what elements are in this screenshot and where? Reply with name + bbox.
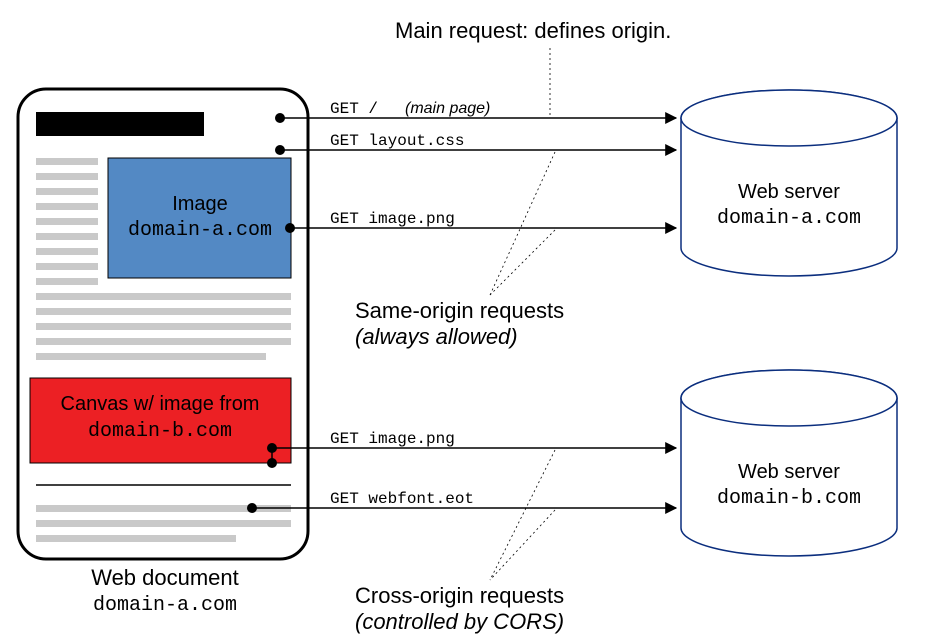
server-b: Web server domain-b.com bbox=[681, 370, 897, 556]
server-b-label: Web server bbox=[738, 461, 840, 483]
server-a-domain: domain-a.com bbox=[717, 207, 861, 230]
cross-origin-sub: (controlled by CORS) bbox=[355, 609, 564, 634]
doc-image-box bbox=[108, 158, 291, 278]
req-r4: GET image.png bbox=[330, 430, 455, 448]
req-r5: GET webfont.eot bbox=[330, 490, 474, 508]
doc-caption-title: Web document bbox=[91, 565, 239, 590]
leader-cross-origin-a bbox=[490, 450, 555, 580]
req-r3: GET image.png bbox=[330, 210, 455, 228]
server-a-label: Web server bbox=[738, 181, 840, 203]
req-r1-method: GET / bbox=[330, 100, 378, 118]
doc-image-label: Image bbox=[172, 193, 228, 215]
doc-canvas-domain: domain-b.com bbox=[88, 420, 232, 443]
server-b-domain: domain-b.com bbox=[717, 487, 861, 510]
req-r2: GET layout.css bbox=[330, 132, 464, 150]
req-r1-note: (main page) bbox=[405, 100, 490, 117]
doc-caption-domain: domain-a.com bbox=[93, 594, 237, 617]
server-a: Web server domain-a.com bbox=[681, 90, 897, 276]
leader-same-origin-a bbox=[490, 152, 555, 295]
doc-canvas-label: Canvas w/ image from bbox=[61, 393, 260, 415]
same-origin-sub: (always allowed) bbox=[355, 324, 518, 349]
same-origin-title: Same-origin requests bbox=[355, 298, 564, 323]
leader-same-origin-b bbox=[490, 230, 555, 295]
doc-header-bar bbox=[36, 112, 204, 136]
doc-image-domain: domain-a.com bbox=[128, 219, 272, 242]
main-request-label: Main request: defines origin. bbox=[395, 18, 671, 43]
leader-cross-origin-b bbox=[490, 510, 555, 580]
cross-origin-title: Cross-origin requests bbox=[355, 583, 564, 608]
